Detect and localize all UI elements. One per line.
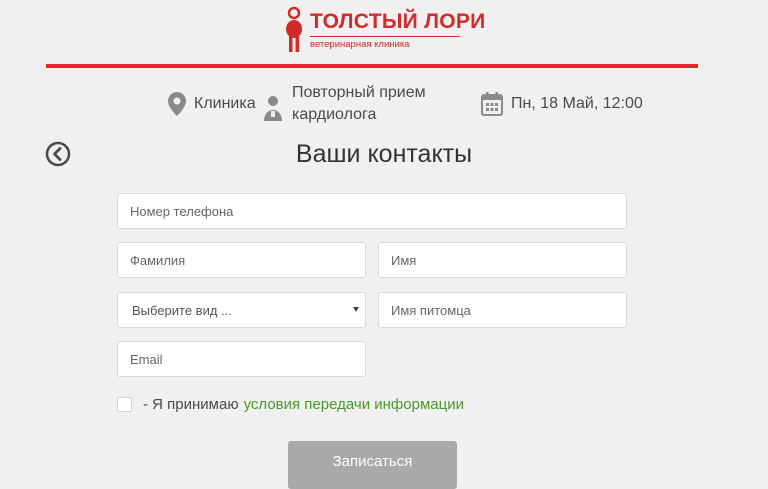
clinic-logo[interactable]: ТОЛСТЫЙ ЛОРИ ветеринарная клиника	[283, 6, 486, 58]
service-summary: Повторный прием кардиолога	[262, 82, 452, 126]
header-divider	[46, 64, 698, 68]
lori-logo-icon	[286, 6, 302, 52]
species-select-value: Выберите вид ...	[132, 302, 232, 318]
surname-input[interactable]	[117, 242, 366, 278]
pet-name-input[interactable]	[378, 292, 627, 328]
clinic-label: Клиника	[194, 95, 256, 112]
species-select[interactable]: Выберите вид ...	[117, 292, 366, 328]
email-input[interactable]	[117, 341, 366, 377]
consent-row: - Я принимаю условия передачи информации	[117, 396, 464, 413]
brand-name: ТОЛСТЫЙ ЛОРИ	[310, 10, 486, 33]
service-label: Повторный прием кардиолога	[292, 84, 426, 123]
name-input[interactable]	[378, 242, 627, 278]
consent-text: - Я принимаю	[143, 396, 239, 413]
consent-terms-link[interactable]: условия передачи информации	[244, 396, 464, 413]
location-pin-icon	[168, 92, 186, 116]
page-title: Ваши контакты	[295, 140, 473, 168]
consent-checkbox[interactable]	[117, 397, 132, 412]
phone-input[interactable]	[117, 193, 627, 229]
datetime-label: Пн, 18 Май, 12:00	[511, 95, 643, 112]
doctor-icon	[264, 96, 282, 121]
calendar-icon	[481, 92, 503, 116]
dropdown-arrow-icon	[353, 307, 359, 312]
brand-tagline: ветеринарная клиника	[310, 36, 460, 50]
clinic-summary: Клиника	[168, 92, 256, 116]
datetime-summary: Пн, 18 Май, 12:00	[481, 92, 643, 116]
